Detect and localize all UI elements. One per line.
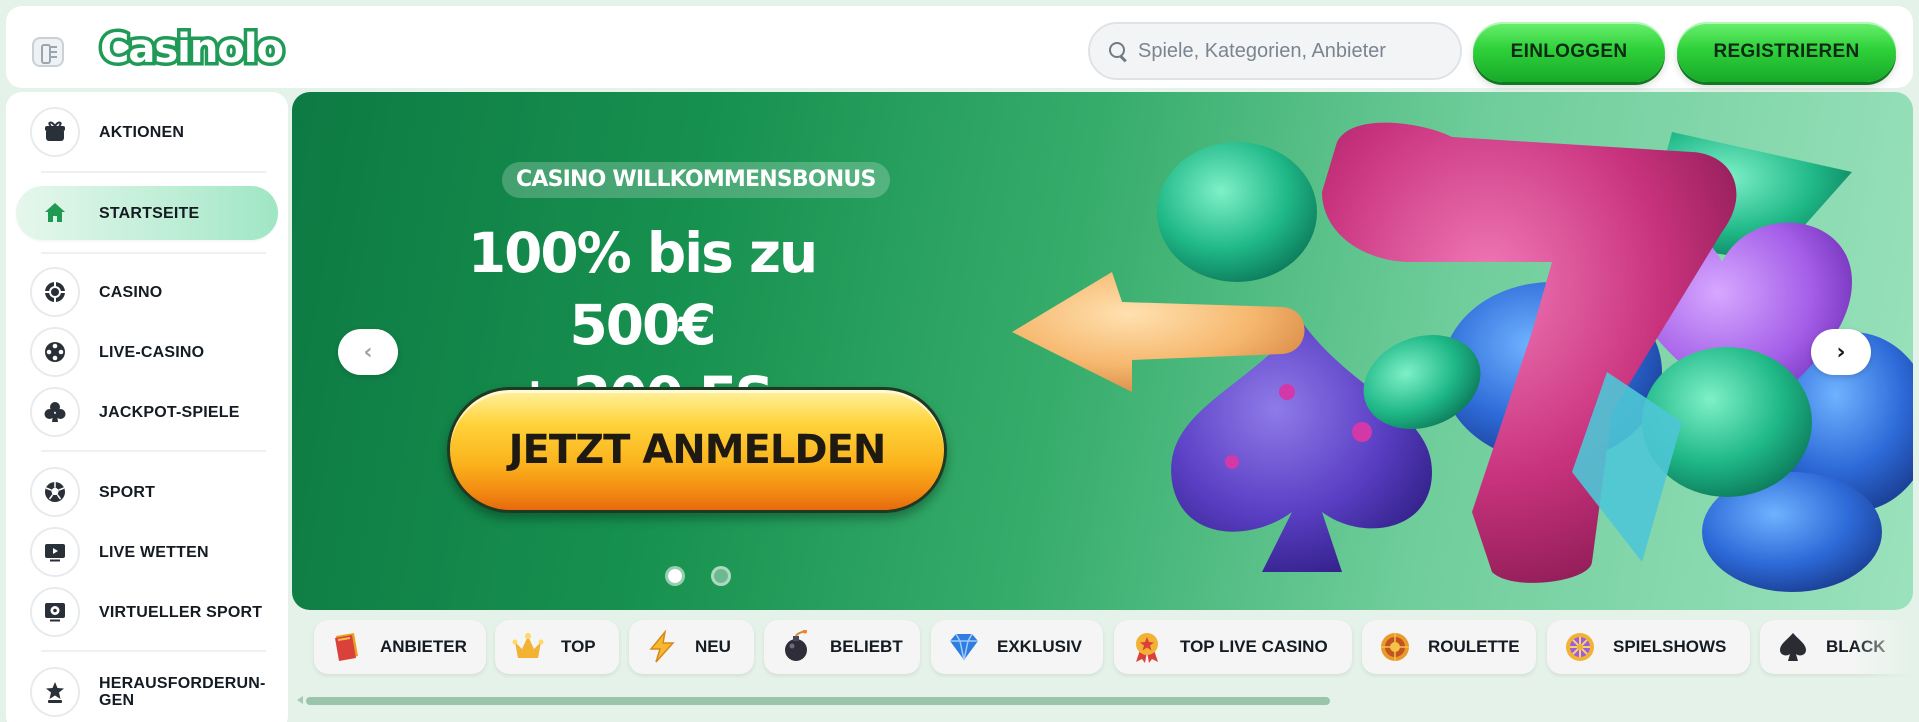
sidebar-item-label: STARTSEITE <box>99 204 200 222</box>
sidebar-item-virtueller-sport[interactable]: VIRTUELLER SPORT <box>16 585 278 639</box>
diamond-icon <box>945 628 983 666</box>
carousel-prev-button[interactable]: ‹ <box>338 329 398 375</box>
club-icon <box>30 387 80 437</box>
top-header: Casinolo EINLOGGEN REGISTRIEREN <box>6 6 1913 88</box>
sidebar-item-live-wetten[interactable]: LIVE WETTEN <box>16 525 278 579</box>
monitor-ball-icon <box>30 587 80 637</box>
soccer-ball-icon <box>30 467 80 517</box>
horizontal-scrollbar[interactable] <box>306 697 1906 705</box>
headline-line-1: 100% bis zu 500€ <box>467 221 818 357</box>
chips-fade-overlay <box>1853 618 1913 678</box>
sidebar-item-label: AKTIONEN <box>99 123 185 141</box>
sidebar-item-label: LIVE WETTEN <box>99 543 209 561</box>
sidebar-item-label: LIVE-CASINO <box>99 343 205 361</box>
category-chip-top[interactable]: TOP <box>495 620 619 674</box>
home-icon <box>30 188 80 238</box>
search-icon <box>1108 41 1128 61</box>
roulette-icon <box>1376 628 1414 666</box>
category-chip-beliebt[interactable]: BELIEBT <box>764 620 920 674</box>
wheel-icon <box>1561 628 1599 666</box>
category-chip-roulette[interactable]: ROULETTE <box>1362 620 1536 674</box>
film-reel-icon <box>30 327 80 377</box>
promo-tag: CASINO WILLKOMMENSBONUS <box>502 162 890 198</box>
sidebar-divider <box>41 171 266 173</box>
casinolo-logo[interactable]: Casinolo <box>96 23 287 76</box>
category-chip-spielshows[interactable]: SPIELSHOWS <box>1547 620 1750 674</box>
category-chip-label: EXKLUSIV <box>997 637 1083 656</box>
spade-icon <box>1774 628 1812 666</box>
tv-play-icon <box>30 527 80 577</box>
sidebar-nav: AKTIONEN STARTSEITE CASINO LIVE-CASINO J… <box>6 92 288 722</box>
register-button[interactable]: REGISTRIEREN <box>1677 22 1896 82</box>
search-input[interactable] <box>1138 39 1438 63</box>
category-chip-neu[interactable]: NEU <box>629 620 754 674</box>
lightning-icon <box>643 628 681 666</box>
scroll-left-arrow-icon[interactable] <box>297 696 303 704</box>
category-chip-exklusiv[interactable]: EXKLUSIV <box>931 620 1103 674</box>
carousel-dot-1[interactable] <box>665 566 685 586</box>
inflatable-balloons-illustration <box>1012 122 1913 592</box>
sidebar-toggle-icon[interactable] <box>32 37 64 67</box>
category-chips-row: ANBIETER TOP NEU BELIEBT EXKLUSIV TOP LI… <box>292 618 1913 678</box>
sidebar-divider <box>41 650 266 652</box>
category-chip-label: NEU <box>695 637 731 656</box>
casino-chip-icon <box>30 267 80 317</box>
gift-box-icon <box>30 107 80 157</box>
category-chip-label: SPIELSHOWS <box>1613 637 1727 656</box>
medal-icon <box>1128 628 1166 666</box>
sidebar-item-aktionen[interactable]: AKTIONEN <box>16 105 278 159</box>
category-chip-label: TOP <box>561 637 596 656</box>
login-button[interactable]: EINLOGGEN <box>1473 22 1665 82</box>
sidebar-item-sport[interactable]: SPORT <box>16 465 278 519</box>
signup-cta-button[interactable]: JETZT ANMELDEN <box>447 387 947 513</box>
scrollbar-thumb[interactable] <box>306 697 1330 705</box>
category-chip-label: BELIEBT <box>830 637 903 656</box>
sidebar-item-label: CASINO <box>99 283 163 301</box>
category-chip-anbieter[interactable]: ANBIETER <box>314 620 486 674</box>
carousel-next-button[interactable]: › <box>1811 329 1871 375</box>
sidebar-item-label: JACKPOT-SPIELE <box>99 403 240 421</box>
sidebar-item-herausforderungen[interactable]: HERAUSFORDERUN-GEN <box>16 665 278 719</box>
search-box[interactable] <box>1088 22 1462 80</box>
category-chip-label: ANBIETER <box>380 637 467 656</box>
sidebar-item-live-casino[interactable]: LIVE-CASINO <box>16 325 278 379</box>
sidebar-item-jackpot-spiele[interactable]: JACKPOT-SPIELE <box>16 385 278 439</box>
category-chip-label: TOP LIVE CASINO <box>1180 637 1328 656</box>
carousel-dot-2[interactable] <box>711 566 731 586</box>
book-icon <box>328 628 366 666</box>
sidebar-divider <box>41 252 266 254</box>
sidebar-divider <box>41 450 266 452</box>
category-chip-label: ROULETTE <box>1428 637 1520 656</box>
sidebar-item-label: SPORT <box>99 483 156 501</box>
bomb-icon <box>778 628 816 666</box>
star-trophy-icon <box>30 667 80 717</box>
sidebar-item-startseite[interactable]: STARTSEITE <box>16 186 278 240</box>
sidebar-item-label: VIRTUELLER SPORT <box>99 603 263 621</box>
sidebar-item-casino[interactable]: CASINO <box>16 265 278 319</box>
promo-banner[interactable]: CASINO WILLKOMMENSBONUS 100% bis zu 500€… <box>292 92 1913 610</box>
crown-icon <box>509 628 547 666</box>
sidebar-item-label: HERAUSFORDERUN-GEN <box>99 675 266 709</box>
category-chip-top-live-casino[interactable]: TOP LIVE CASINO <box>1114 620 1352 674</box>
